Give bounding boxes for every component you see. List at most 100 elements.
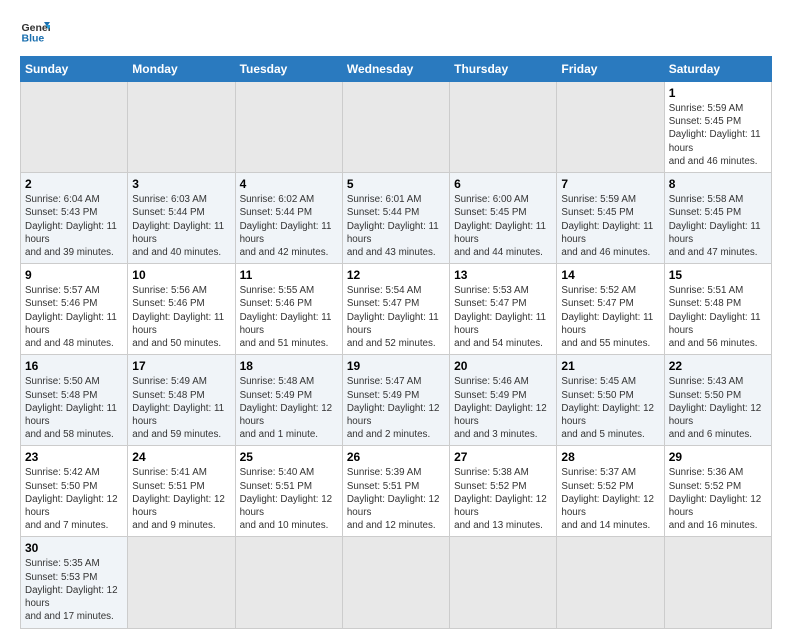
day-info: Sunrise: 5:36 AMSunset: 5:52 PMDaylight:… — [669, 466, 767, 532]
day-number: 7 — [561, 177, 659, 191]
svg-text:Blue: Blue — [22, 33, 45, 45]
calendar-cell — [450, 82, 557, 173]
daylight-text-2: and and 43 minutes. — [347, 247, 436, 258]
calendar-cell: 1 Sunrise: 5:59 AM Sunset: 5:45 PM Daylight… — [664, 82, 771, 173]
sunset-text: Sunset: 5:53 PM — [25, 572, 97, 583]
calendar-cell: 9Sunrise: 5:57 AMSunset: 5:46 PMDaylight… — [21, 264, 128, 355]
daylight-text-1: Daylight: Daylight: 12 hours — [25, 585, 118, 609]
sunset-text: Sunset: 5:49 PM — [347, 390, 419, 401]
calendar-cell: 27Sunrise: 5:38 AMSunset: 5:52 PMDayligh… — [450, 446, 557, 537]
calendar-cell — [557, 537, 664, 628]
sunrise-text: Sunrise: 5:56 AM — [132, 285, 207, 296]
day-info: Sunrise: 5:59 AMSunset: 5:45 PMDaylight:… — [561, 193, 659, 259]
day-number: 30 — [25, 541, 123, 555]
sunrise-text: Sunrise: 5:46 AM — [454, 376, 529, 387]
day-info: Sunrise: 5:43 AMSunset: 5:50 PMDaylight:… — [669, 375, 767, 441]
sunset-text: Sunset: 5:45 PM — [454, 207, 526, 218]
day-header-monday: Monday — [128, 57, 235, 82]
calendar-cell — [557, 82, 664, 173]
daylight-text-1: Daylight: Daylight: 11 hours — [454, 312, 546, 336]
day-info: Sunrise: 5:51 AMSunset: 5:48 PMDaylight:… — [669, 284, 767, 350]
sunset-text: Sunset: 5:50 PM — [669, 390, 741, 401]
sunset-text: Sunset: 5:51 PM — [132, 481, 204, 492]
day-number: 18 — [240, 359, 338, 373]
calendar-cell — [235, 537, 342, 628]
calendar-cell: 7 Sunrise: 5:59 AMSunset: 5:45 PMDaylight… — [557, 173, 664, 264]
logo: General Blue — [20, 16, 54, 46]
sunrise-text: Sunrise: 5:48 AM — [240, 376, 315, 387]
calendar-week-1: 1 Sunrise: 5:59 AM Sunset: 5:45 PM Daylight… — [21, 82, 772, 173]
daylight-text-2: and and 6 minutes. — [669, 429, 752, 440]
day-info: Sunrise: 5:46 AMSunset: 5:49 PMDaylight:… — [454, 375, 552, 441]
day-info: Sunrise: 5:56 AMSunset: 5:46 PMDaylight:… — [132, 284, 230, 350]
day-info: Sunrise: 6:03 AMSunset: 5:44 PMDaylight:… — [132, 193, 230, 259]
calendar-cell: 30 Sunrise: 5:35 AM Sunset: 5:53 PM Dayligh… — [21, 537, 128, 628]
calendar-table: SundayMondayTuesdayWednesdayThursdayFrid… — [20, 56, 772, 629]
daylight-text-1: Daylight: Daylight: 12 hours — [240, 403, 333, 427]
sunrise-text: Sunrise: 5:59 AM — [561, 194, 636, 205]
calendar-cell: 8Sunrise: 5:58 AMSunset: 5:45 PMDaylight… — [664, 173, 771, 264]
calendar-week-3: 9Sunrise: 5:57 AMSunset: 5:46 PMDaylight… — [21, 264, 772, 355]
calendar-cell — [664, 537, 771, 628]
sunset-text: Sunset: 5:47 PM — [347, 298, 419, 309]
calendar-cell: 22Sunrise: 5:43 AMSunset: 5:50 PMDayligh… — [664, 355, 771, 446]
day-number: 19 — [347, 359, 445, 373]
sunrise-text: Sunrise: 5:49 AM — [132, 376, 207, 387]
sunrise-text: Sunrise: 5:40 AM — [240, 467, 315, 478]
day-info: Sunrise: 5:45 AMSunset: 5:50 PMDaylight:… — [561, 375, 659, 441]
calendar-cell: 17Sunrise: 5:49 AMSunset: 5:48 PMDayligh… — [128, 355, 235, 446]
day-header-wednesday: Wednesday — [342, 57, 449, 82]
calendar-week-6: 30 Sunrise: 5:35 AM Sunset: 5:53 PM Dayligh… — [21, 537, 772, 628]
daylight-text-2: and and 17 minutes. — [25, 611, 114, 622]
day-header-friday: Friday — [557, 57, 664, 82]
daylight-text-2: and and 1 minute. — [240, 429, 318, 440]
sunset-text: Sunset: 5:45 PM — [669, 116, 741, 127]
calendar-cell: 6Sunrise: 6:00 AMSunset: 5:45 PMDaylight… — [450, 173, 557, 264]
daylight-text-1: Daylight: Daylight: 12 hours — [132, 494, 225, 518]
daylight-text-1: Daylight: Daylight: 12 hours — [347, 494, 440, 518]
day-number: 24 — [132, 450, 230, 464]
day-number: 1 — [669, 86, 767, 100]
calendar-week-4: 16Sunrise: 5:50 AMSunset: 5:48 PMDayligh… — [21, 355, 772, 446]
day-number: 5 — [347, 177, 445, 191]
day-number: 4 — [240, 177, 338, 191]
daylight-text-1: Daylight: Daylight: 11 hours — [669, 129, 761, 153]
day-number: 28 — [561, 450, 659, 464]
sunrise-text: Sunrise: 5:35 AM — [25, 558, 100, 569]
sunset-text: Sunset: 5:51 PM — [347, 481, 419, 492]
sunset-text: Sunset: 5:45 PM — [669, 207, 741, 218]
sunset-text: Sunset: 5:51 PM — [240, 481, 312, 492]
day-number: 25 — [240, 450, 338, 464]
day-number: 3 — [132, 177, 230, 191]
sunrise-text: Sunrise: 5:43 AM — [669, 376, 744, 387]
calendar-cell: 16Sunrise: 5:50 AMSunset: 5:48 PMDayligh… — [21, 355, 128, 446]
daylight-text-2: and and 46 minutes. — [561, 247, 650, 258]
calendar-cell — [450, 537, 557, 628]
sunrise-text: Sunrise: 5:59 AM — [669, 103, 744, 114]
daylight-text-2: and and 52 minutes. — [347, 338, 436, 349]
daylight-text-2: and and 14 minutes. — [561, 520, 650, 531]
daylight-text-1: Daylight: Daylight: 12 hours — [25, 494, 118, 518]
calendar-week-2: 2Sunrise: 6:04 AMSunset: 5:43 PMDaylight… — [21, 173, 772, 264]
daylight-text-2: and and 40 minutes. — [132, 247, 221, 258]
sunrise-text: Sunrise: 5:57 AM — [25, 285, 100, 296]
calendar-cell: 10Sunrise: 5:56 AMSunset: 5:46 PMDayligh… — [128, 264, 235, 355]
calendar-header: SundayMondayTuesdayWednesdayThursdayFrid… — [21, 57, 772, 82]
calendar-cell — [342, 537, 449, 628]
day-info: Sunrise: 5:52 AMSunset: 5:47 PMDaylight:… — [561, 284, 659, 350]
daylight-text-1: Daylight: Daylight: 11 hours — [132, 403, 224, 427]
sunset-text: Sunset: 5:49 PM — [240, 390, 312, 401]
daylight-text-1: Daylight: Daylight: 12 hours — [561, 494, 654, 518]
sunrise-text: Sunrise: 6:04 AM — [25, 194, 100, 205]
daylight-text-1: Daylight: Daylight: 11 hours — [561, 221, 653, 245]
sunset-text: Sunset: 5:50 PM — [561, 390, 633, 401]
calendar-cell: 24Sunrise: 5:41 AMSunset: 5:51 PMDayligh… — [128, 446, 235, 537]
calendar-cell: 5Sunrise: 6:01 AMSunset: 5:44 PMDaylight… — [342, 173, 449, 264]
daylight-text-1: Daylight: Daylight: 11 hours — [669, 221, 761, 245]
sunrise-text: Sunrise: 5:53 AM — [454, 285, 529, 296]
daylight-text-1: Daylight: Daylight: 11 hours — [347, 312, 439, 336]
daylight-text-1: Daylight: Daylight: 12 hours — [454, 494, 547, 518]
calendar-cell: 14Sunrise: 5:52 AMSunset: 5:47 PMDayligh… — [557, 264, 664, 355]
calendar-cell: 4Sunrise: 6:02 AMSunset: 5:44 PMDaylight… — [235, 173, 342, 264]
calendar-cell: 21Sunrise: 5:45 AMSunset: 5:50 PMDayligh… — [557, 355, 664, 446]
